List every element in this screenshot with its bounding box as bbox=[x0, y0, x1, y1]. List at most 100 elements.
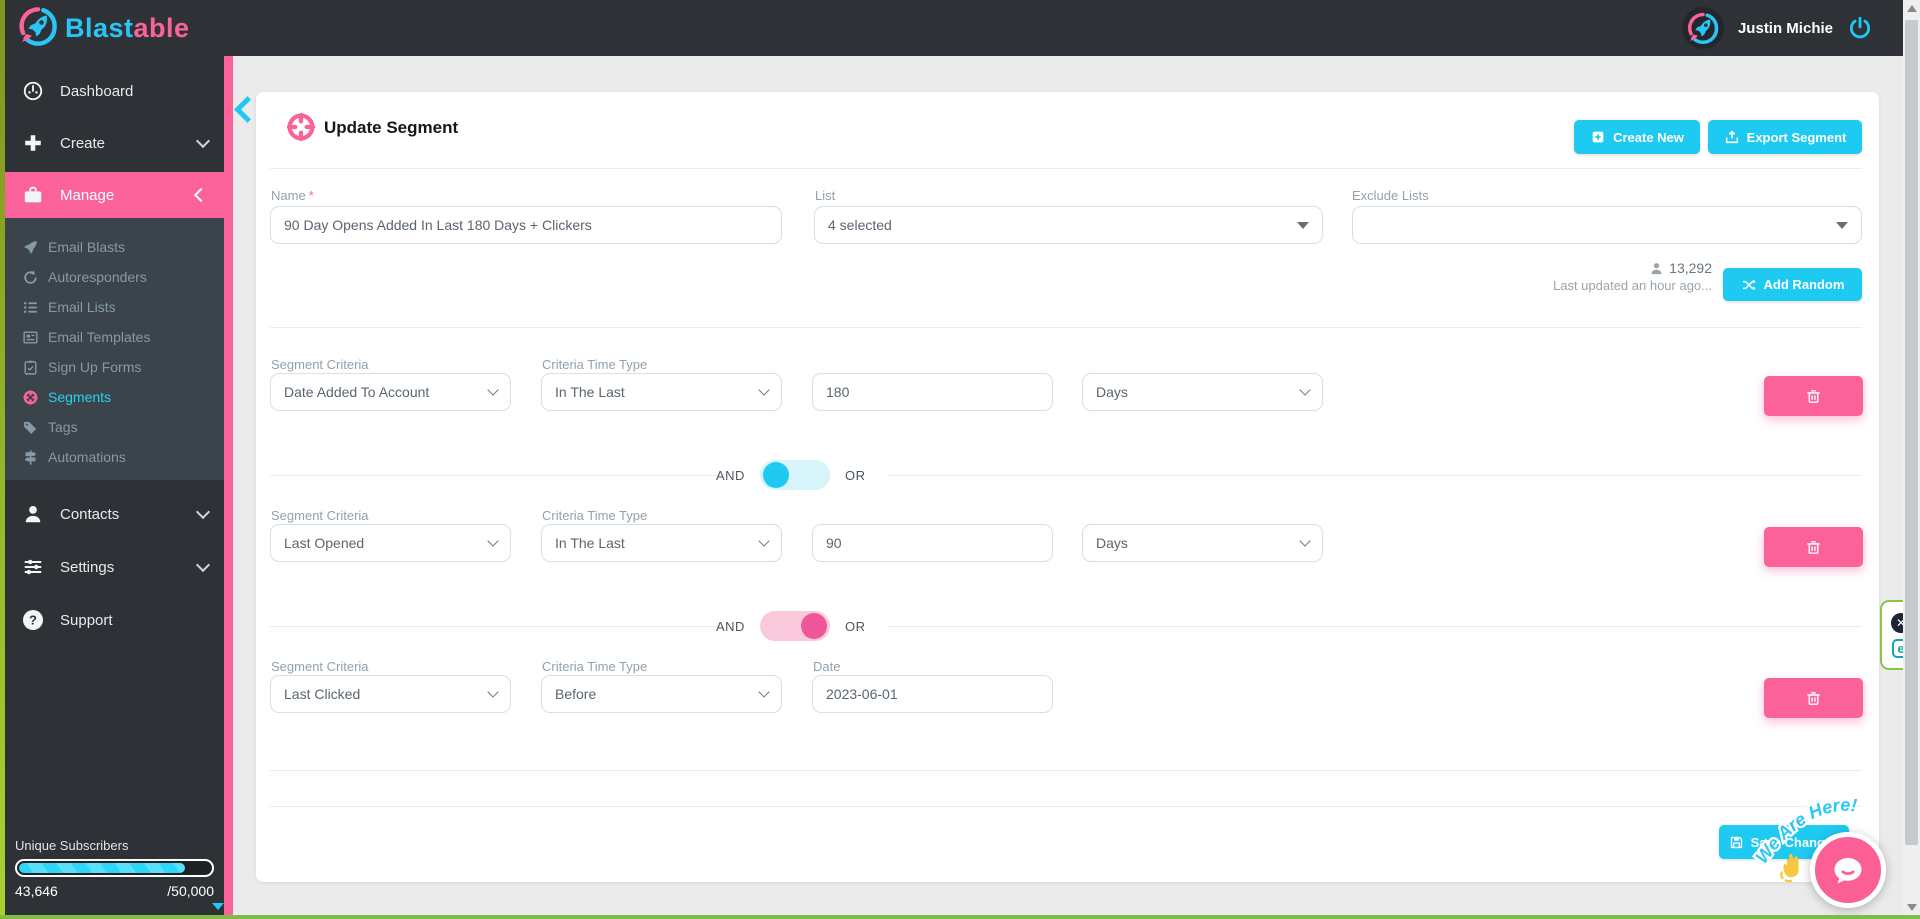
submenu-item-autoresponders[interactable]: Autoresponders bbox=[5, 262, 224, 292]
scroll-down-arrow-icon[interactable] bbox=[1907, 904, 1917, 911]
criteria-select-row1[interactable]: Date Added To Account bbox=[270, 373, 511, 411]
chevron-left-icon bbox=[194, 188, 208, 202]
last-updated-text: Last updated an hour ago... bbox=[1553, 277, 1712, 294]
person-icon bbox=[21, 503, 45, 525]
segment-name-input[interactable] bbox=[270, 206, 782, 244]
sidebar-item-label: Support bbox=[60, 612, 113, 629]
criteria-select-row3[interactable]: Last Clicked bbox=[270, 675, 511, 713]
briefcase-icon bbox=[21, 184, 45, 206]
sidebar-item-support[interactable]: ? Support bbox=[5, 597, 224, 643]
date-input-row3[interactable] bbox=[812, 675, 1053, 713]
submenu-item-email-blasts[interactable]: Email Blasts bbox=[5, 232, 224, 262]
target-icon bbox=[20, 389, 40, 406]
time-type-select-row3[interactable]: Before bbox=[541, 675, 782, 713]
value-input-row2[interactable] bbox=[812, 524, 1053, 562]
criteria-select-row2[interactable]: Last Opened bbox=[270, 524, 511, 562]
and-or-switch[interactable] bbox=[760, 611, 830, 641]
export-segment-button[interactable]: Export Segment bbox=[1708, 120, 1862, 154]
clipboard-check-icon bbox=[20, 359, 40, 376]
date-label: Date bbox=[813, 659, 840, 674]
submenu-label: Email Blasts bbox=[48, 239, 125, 255]
rocket-logo-icon bbox=[17, 5, 59, 52]
sidebar-item-label: Settings bbox=[60, 559, 114, 576]
delete-criteria-row1-button[interactable] bbox=[1764, 376, 1863, 416]
subscriber-limit: /50,000 bbox=[167, 883, 214, 899]
create-new-button[interactable]: Create New bbox=[1574, 120, 1700, 154]
select-chevron-icon bbox=[758, 686, 769, 697]
refresh-icon bbox=[20, 269, 40, 286]
submenu-label: Sign Up Forms bbox=[48, 359, 141, 375]
select-chevron-icon bbox=[487, 535, 498, 546]
time-type-select-row2[interactable]: In The Last bbox=[541, 524, 782, 562]
topbar: Blastable Justin Michie bbox=[5, 0, 1903, 56]
submenu-label: Tags bbox=[48, 419, 78, 435]
submenu-item-segments[interactable]: Segments bbox=[5, 382, 224, 412]
and-or-switch[interactable] bbox=[760, 460, 830, 490]
question-circle-icon: ? bbox=[21, 608, 45, 632]
manage-submenu: Email Blasts Autoresponders Email Lists … bbox=[5, 218, 224, 480]
submenu-item-email-templates[interactable]: Email Templates bbox=[5, 322, 224, 352]
unit-select-row1[interactable]: Days bbox=[1082, 373, 1323, 411]
and-or-toggle-2: AND OR bbox=[716, 611, 865, 641]
sidebar-item-create[interactable]: Create bbox=[5, 120, 224, 166]
delete-criteria-row3-button[interactable] bbox=[1764, 678, 1863, 718]
sidebar-item-label: Dashboard bbox=[60, 83, 133, 100]
unit-select-row2[interactable]: Days bbox=[1082, 524, 1323, 562]
chat-launcher-button[interactable] bbox=[1810, 832, 1886, 908]
delete-criteria-row2-button[interactable] bbox=[1764, 527, 1863, 567]
time-type-label: Criteria Time Type bbox=[542, 357, 647, 372]
exclude-lists-select[interactable] bbox=[1352, 206, 1862, 244]
sidebar-caret-icon[interactable] bbox=[212, 903, 224, 910]
submenu-item-email-lists[interactable]: Email Lists bbox=[5, 292, 224, 322]
chat-bubble-icon bbox=[1830, 852, 1866, 888]
and-label: AND bbox=[716, 468, 745, 483]
submenu-item-sign-up-forms[interactable]: Sign Up Forms bbox=[5, 352, 224, 382]
trash-icon bbox=[1805, 539, 1822, 556]
sidebar-item-label: Manage bbox=[60, 187, 114, 204]
select-chevron-icon bbox=[487, 686, 498, 697]
scrollbar-thumb[interactable] bbox=[1905, 20, 1918, 845]
sidebar-item-manage[interactable]: Manage bbox=[5, 172, 224, 218]
brand-logo[interactable]: Blastable bbox=[17, 5, 190, 52]
sidebar-item-dashboard[interactable]: Dashboard bbox=[5, 68, 224, 114]
sidebar-item-label: Create bbox=[60, 135, 105, 152]
tags-icon bbox=[20, 419, 40, 436]
select-chevron-icon bbox=[1299, 535, 1310, 546]
list-select[interactable]: 4 selected bbox=[814, 206, 1323, 244]
logic-rule-right bbox=[888, 475, 1862, 476]
logout-power-icon[interactable] bbox=[1847, 15, 1873, 41]
time-type-select-row1[interactable]: In The Last bbox=[541, 373, 782, 411]
sidebar-item-contacts[interactable]: Contacts bbox=[5, 491, 224, 537]
submenu-item-automations[interactable]: Automations bbox=[5, 442, 224, 472]
list-label: List bbox=[815, 188, 835, 203]
switch-knob bbox=[801, 613, 827, 639]
sidebar-divider bbox=[224, 56, 233, 916]
app-window: Blastable Justin Michie D bbox=[0, 0, 1920, 919]
add-random-button[interactable]: Add Random bbox=[1723, 268, 1862, 301]
dropdown-triangle-icon bbox=[1836, 222, 1848, 229]
avatar-rocket-icon bbox=[1686, 11, 1720, 45]
criteria-label: Segment Criteria bbox=[271, 357, 369, 372]
dashboard-icon bbox=[21, 80, 45, 102]
save-icon bbox=[1729, 835, 1744, 850]
exclude-lists-label: Exclude Lists bbox=[1352, 188, 1429, 203]
sidebar-item-settings[interactable]: Settings bbox=[5, 544, 224, 590]
logic-rule-left bbox=[270, 475, 720, 476]
svg-text:?: ? bbox=[29, 613, 37, 628]
submenu-label: Automations bbox=[48, 449, 126, 465]
shuffle-icon bbox=[1741, 277, 1757, 293]
dropdown-triangle-icon bbox=[1297, 222, 1309, 229]
required-asterisk: * bbox=[309, 188, 314, 203]
subscriber-count: 43,646 bbox=[15, 883, 58, 899]
value-input-row1[interactable] bbox=[812, 373, 1053, 411]
trash-icon bbox=[1805, 690, 1822, 707]
criteria-label: Segment Criteria bbox=[271, 508, 369, 523]
plus-icon bbox=[21, 132, 45, 154]
user-avatar[interactable] bbox=[1682, 7, 1724, 49]
scroll-up-arrow-icon[interactable] bbox=[1907, 5, 1917, 12]
page-scrollbar[interactable] bbox=[1903, 0, 1920, 916]
list-select-value: 4 selected bbox=[828, 217, 892, 233]
criteria-label: Segment Criteria bbox=[271, 659, 369, 674]
select-chevron-icon bbox=[758, 384, 769, 395]
submenu-item-tags[interactable]: Tags bbox=[5, 412, 224, 442]
